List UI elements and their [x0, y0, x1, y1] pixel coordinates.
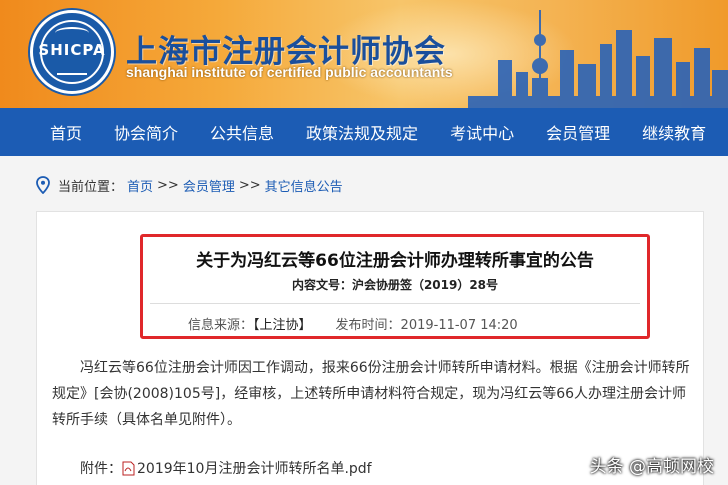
article-body: 冯红云等66位注册会计师因工作调动，报来66份注册会计师转所申请材料。根据《注册…: [52, 355, 692, 433]
divider: [150, 303, 640, 304]
site-title-en: shanghai institute of certified public a…: [126, 64, 453, 80]
date-label: 发布时间：: [335, 318, 401, 333]
attachment-row: 附件： 2019年10月注册会计师转所名单.pdf: [80, 458, 372, 478]
main-nav: 首页 协会简介 公共信息 政策法规及规定 考试中心 会员管理 继续教育: [0, 108, 728, 156]
article-title: 关于为冯红云等66位注册会计师办理转所事宜的公告: [196, 251, 594, 271]
nav-item-public-info[interactable]: 公共信息: [210, 120, 274, 144]
date-value: 2019-11-07 14:20: [400, 318, 518, 333]
breadcrumb-separator: >>: [238, 177, 261, 193]
location-pin-icon: [36, 176, 50, 194]
nav-item-home[interactable]: 首页: [50, 120, 82, 144]
breadcrumb-prefix: 当前位置：: [58, 179, 124, 195]
logo-base: [57, 67, 87, 75]
breadcrumb-other-notices[interactable]: 其它信息公告: [265, 176, 343, 195]
document-number: 内容文号：沪会协册签（2019）28号: [291, 278, 499, 292]
site-header: SHICPA 上海市注册会计师协会 shanghai institute of …: [0, 0, 728, 108]
logo-arch: [55, 27, 89, 39]
nav-item-about[interactable]: 协会简介: [114, 120, 178, 144]
breadcrumb-separator: >>: [157, 177, 179, 193]
article-meta: 信息来源：【上注协】 发布时间：2019-11-07 14:20: [188, 314, 518, 333]
breadcrumb-member-management[interactable]: 会员管理: [183, 176, 235, 195]
watermark: 头条 @高顿网校: [589, 457, 714, 477]
nav-item-exam-center[interactable]: 考试中心: [450, 120, 514, 144]
nav-item-member-management[interactable]: 会员管理: [546, 120, 610, 144]
breadcrumb: 当前位置： 首页 >> 会员管理 >> 其它信息公告: [36, 175, 347, 195]
attachment-label: 附件：: [80, 461, 122, 477]
nav-item-continuing-education[interactable]: 继续教育: [642, 120, 706, 144]
logo-text: SHICPA: [38, 41, 106, 59]
breadcrumb-home[interactable]: 首页: [127, 176, 153, 195]
body-paragraph: 冯红云等66位注册会计师因工作调动，报来66份注册会计师转所申请材料。根据《注册…: [52, 360, 690, 428]
attachment-link[interactable]: 2019年10月注册会计师转所名单.pdf: [137, 458, 372, 478]
source-value: 【上注协】: [253, 318, 312, 333]
site-logo[interactable]: SHICPA: [30, 10, 114, 94]
city-skyline-illustration: [468, 10, 728, 108]
source-label: 信息来源：: [188, 318, 254, 333]
nav-item-regulations[interactable]: 政策法规及规定: [306, 120, 418, 144]
pdf-file-icon: [122, 461, 135, 475]
